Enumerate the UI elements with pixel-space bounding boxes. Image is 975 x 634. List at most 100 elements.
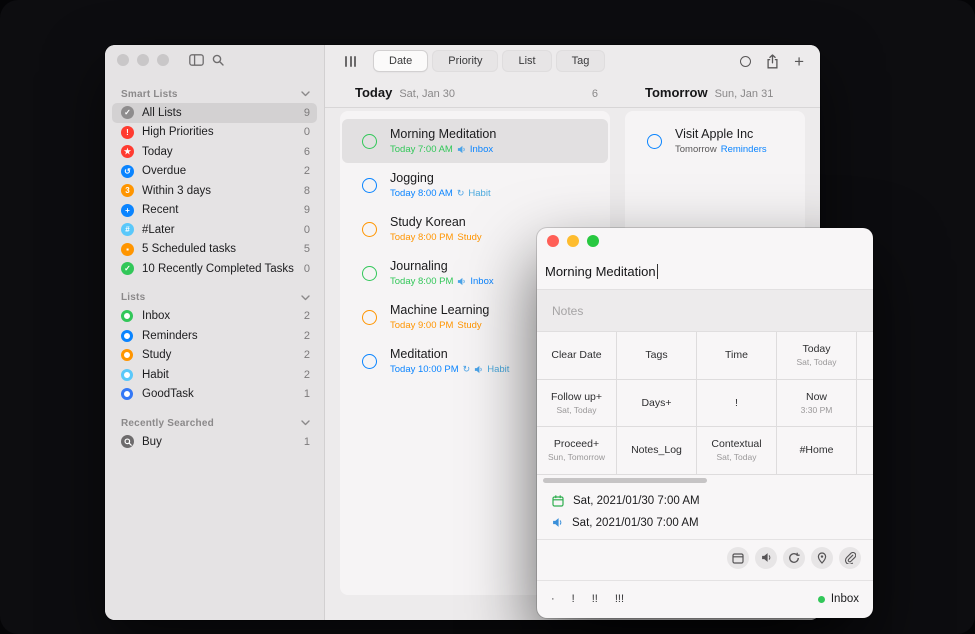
task-meta: Today 8:00 PM Inbox	[390, 276, 494, 287]
sidebar-item-inbox[interactable]: Inbox 2	[112, 307, 317, 327]
task-complete-circle[interactable]	[362, 222, 377, 237]
popup-titlebar	[537, 228, 873, 254]
later-tag-icon: #	[121, 223, 134, 236]
close-window-button[interactable]	[547, 235, 559, 247]
share-button[interactable]	[766, 54, 779, 69]
sidebar-item-later[interactable]: # #Later 0	[112, 220, 317, 240]
column-count: 6	[592, 88, 610, 100]
task-title: Machine Learning	[390, 303, 489, 317]
sidebar-item-buy-search[interactable]: Buy 1	[112, 432, 317, 452]
quick-action-contextual[interactable]: ContextualSat, Today	[697, 427, 777, 475]
task-complete-circle[interactable]	[362, 310, 377, 325]
show-completed-icon[interactable]	[740, 56, 751, 67]
sidebar-item-today[interactable]: ★ Today 6	[112, 142, 317, 162]
zoom-window-button[interactable]	[587, 235, 599, 247]
sidebar-item-high-priorities[interactable]: ! High Priorities 0	[112, 123, 317, 143]
task-time: Today 10:00 PM	[390, 364, 459, 375]
task-complete-circle[interactable]	[362, 134, 377, 149]
zoom-window-button[interactable]	[157, 54, 169, 66]
alert-button[interactable]	[755, 547, 777, 569]
minimize-window-button[interactable]	[567, 235, 579, 247]
task-complete-circle[interactable]	[362, 354, 377, 369]
minimize-window-button[interactable]	[137, 54, 149, 66]
quick-action-clear-date[interactable]: Clear Date	[537, 332, 617, 380]
task-complete-circle[interactable]	[362, 178, 377, 193]
close-window-button[interactable]	[117, 54, 129, 66]
columns-layout-icon[interactable]	[345, 56, 356, 67]
alert-icon	[552, 517, 563, 528]
quick-action-now[interactable]: Now3:30 PM	[777, 380, 857, 428]
search-button[interactable]	[212, 54, 224, 66]
list-selector[interactable]: Inbox	[818, 593, 859, 605]
calendar-button[interactable]	[727, 547, 749, 569]
task-body: Morning Meditation Today 7:00 AM Inbox	[390, 127, 496, 155]
priority-none-option[interactable]: ·	[551, 593, 555, 605]
alert-icon	[457, 277, 466, 286]
quick-action-days[interactable]: Days+	[617, 380, 697, 428]
quick-action-home-tag[interactable]: #Home	[777, 427, 857, 475]
tab-date[interactable]: Date	[374, 51, 427, 71]
grid-scrollbar[interactable]	[537, 475, 873, 486]
quick-action-priority[interactable]: !	[697, 380, 777, 428]
task-complete-circle[interactable]	[647, 134, 662, 149]
chevron-down-icon	[301, 91, 310, 97]
sidebar-item-scheduled-tasks[interactable]: ▪ 5 Scheduled tasks 5	[112, 240, 317, 260]
chevron-down-icon	[301, 420, 310, 426]
attachment-button[interactable]	[839, 547, 861, 569]
sidebar-item-recently-completed[interactable]: ✓ 10 Recently Completed Tasks 0	[112, 259, 317, 279]
sidebar-item-count: 0	[304, 126, 310, 138]
sidebar-item-label: Recent	[142, 204, 304, 216]
quick-action-proceed[interactable]: Proceed+Sun, Tomorrow	[537, 427, 617, 475]
sidebar-item-count: 2	[304, 369, 310, 381]
sidebar-item-all-lists[interactable]: ✓ All Lists 9	[112, 103, 317, 123]
sidebar-item-count: 2	[304, 165, 310, 177]
priority-medium-option[interactable]: !!	[592, 593, 598, 605]
sidebar-item-study[interactable]: Study 2	[112, 346, 317, 366]
notes-input[interactable]: Notes	[537, 290, 873, 332]
sidebar-item-label: 5 Scheduled tasks	[142, 243, 304, 255]
smart-lists-section-header[interactable]: Smart Lists	[105, 85, 324, 103]
list-color-icon	[121, 310, 133, 322]
repeat-icon	[788, 552, 800, 564]
quick-action-tags[interactable]: Tags	[617, 332, 697, 380]
toggle-sidebar-button[interactable]	[189, 54, 204, 66]
priority-high-option[interactable]: !!!	[615, 593, 624, 605]
quick-action-notes-log[interactable]: Notes_Log	[617, 427, 697, 475]
add-task-button[interactable]: +	[794, 53, 804, 70]
task-complete-circle[interactable]	[362, 266, 377, 281]
task-row[interactable]: Jogging Today 8:00 AM ↻ Habit	[342, 163, 608, 207]
tab-priority[interactable]: Priority	[433, 51, 497, 71]
scrollbar-thumb[interactable]	[543, 478, 707, 483]
sidebar-item-goodtask[interactable]: GoodTask 1	[112, 385, 317, 405]
column-subtitle: Sat, Jan 30	[399, 88, 455, 100]
date-fields: Sat, 2021/01/30 7:00 AM Sat, 2021/01/30 …	[537, 486, 873, 534]
alert-date-row[interactable]: Sat, 2021/01/30 7:00 AM	[537, 512, 873, 534]
sidebar-item-overdue[interactable]: ↺ Overdue 2	[112, 162, 317, 182]
quick-action-follow-up[interactable]: Follow up+Sat, Today	[537, 380, 617, 428]
toolbar-right-actions: +	[740, 53, 804, 70]
repeat-button[interactable]	[783, 547, 805, 569]
quick-action-today[interactable]: TodaySat, Today	[777, 332, 857, 380]
sidebar-item-recent[interactable]: + Recent 9	[112, 201, 317, 221]
sidebar-item-reminders[interactable]: Reminders 2	[112, 326, 317, 346]
text-caret	[657, 264, 659, 279]
sidebar-item-within-3-days[interactable]: 3 Within 3 days 8	[112, 181, 317, 201]
sidebar-item-habit[interactable]: Habit 2	[112, 365, 317, 385]
tab-list[interactable]: List	[503, 51, 550, 71]
sidebar-item-label: Today	[142, 146, 304, 158]
lists-section-header[interactable]: Lists	[105, 289, 324, 307]
task-row[interactable]: Morning Meditation Today 7:00 AM Inbox	[342, 119, 608, 163]
task-row[interactable]: Visit Apple Inc Tomorrow Reminders	[627, 119, 803, 163]
calendar-icon	[552, 495, 564, 507]
sidebar-item-count: 1	[304, 436, 310, 448]
quick-action-time[interactable]: Time	[697, 332, 777, 380]
task-meta: Today 9:00 PM Study	[390, 320, 489, 331]
priority-low-option[interactable]: !	[572, 593, 575, 605]
sidebar-item-count: 8	[304, 185, 310, 197]
recently-searched-section-header[interactable]: Recently Searched	[105, 414, 324, 432]
due-date-row[interactable]: Sat, 2021/01/30 7:00 AM	[537, 490, 873, 512]
search-icon	[121, 435, 134, 448]
tab-tag[interactable]: Tag	[557, 51, 605, 71]
location-button[interactable]	[811, 547, 833, 569]
task-title-input[interactable]: Morning Meditation	[537, 254, 873, 290]
